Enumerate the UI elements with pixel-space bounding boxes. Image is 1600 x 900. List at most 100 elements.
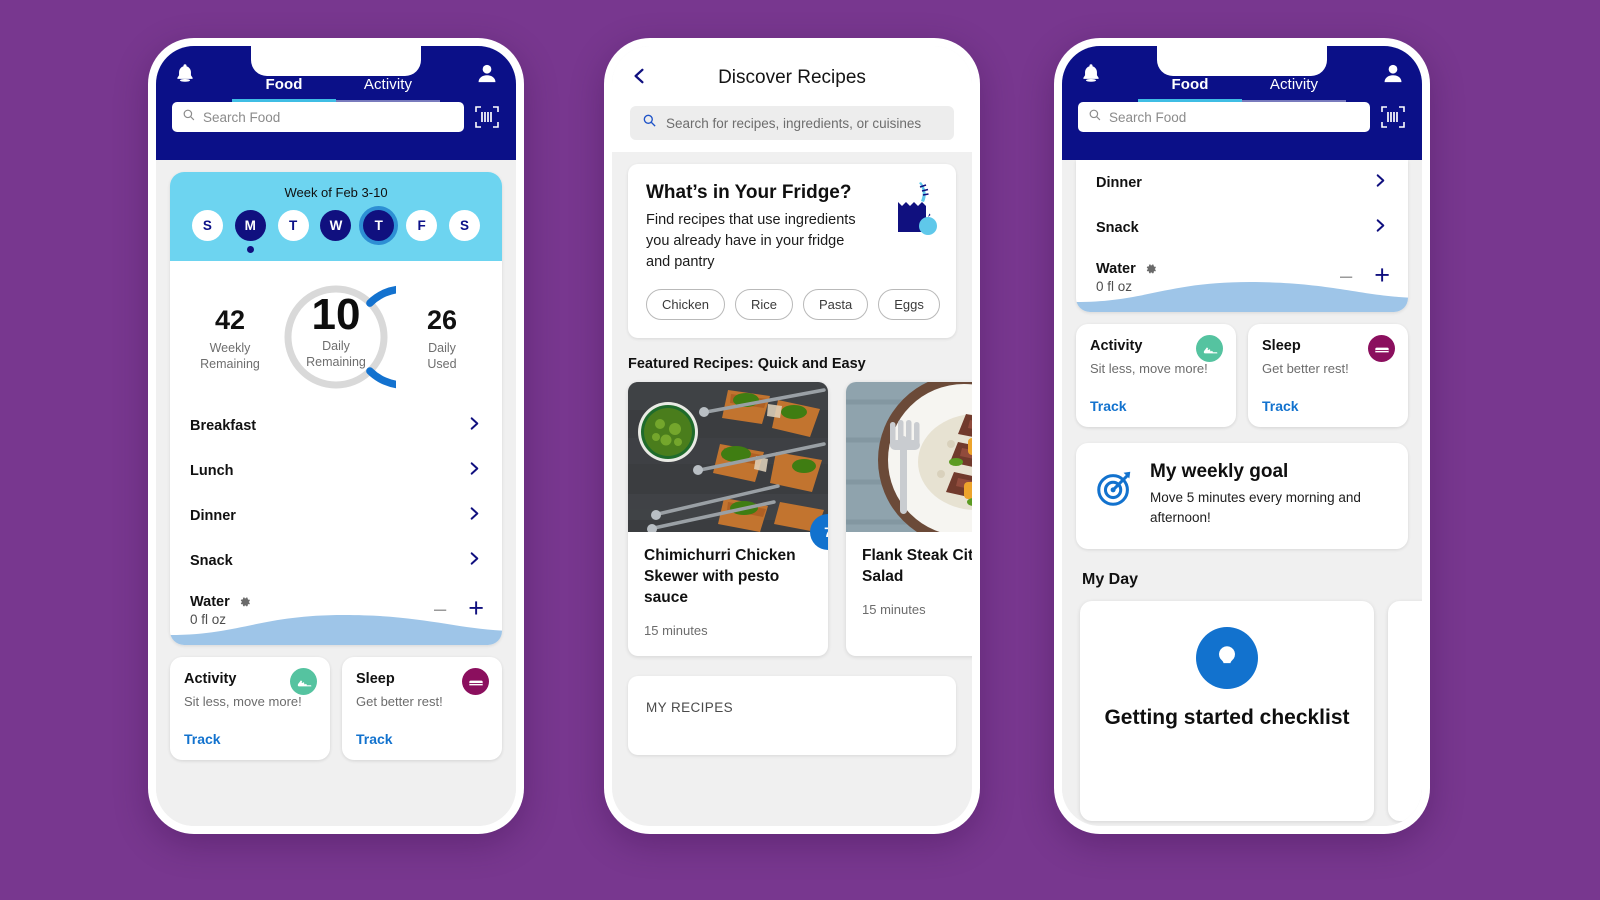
my-day-section-title: My Day xyxy=(1082,571,1139,589)
weekly-goal-card[interactable]: My weekly goal Move 5 minutes every morn… xyxy=(1076,443,1408,550)
phone3-header-row: Food Activity xyxy=(1062,46,1422,102)
lightbulb-icon xyxy=(1196,627,1258,690)
daily-remaining-label-line2: Remaining xyxy=(306,354,366,369)
tab-activity[interactable]: Activity xyxy=(1242,76,1346,102)
chevron-right-icon xyxy=(467,506,482,525)
phone3-content[interactable]: Dinner Snack Water 0 fl oz – + Activity … xyxy=(1062,160,1422,826)
day-friday[interactable]: F xyxy=(406,210,438,241)
search-input[interactable]: Search Food xyxy=(172,102,464,132)
chevron-right-icon xyxy=(467,461,482,480)
water-label: Water xyxy=(190,594,230,610)
meal-label: Dinner xyxy=(1096,174,1142,191)
bell-icon[interactable] xyxy=(172,61,198,87)
recipe-search-input[interactable]: Search for recipes, ingredients, or cuis… xyxy=(630,106,954,140)
activity-track-link[interactable]: Track xyxy=(1090,398,1222,414)
phone-mockup-food-scrolled: Food Activity Search Food Dinner Snack W… xyxy=(1054,38,1430,834)
meal-row-breakfast[interactable]: Breakfast xyxy=(170,403,502,448)
search-icon xyxy=(642,113,657,133)
water-stepper: – + xyxy=(1340,262,1390,289)
profile-icon[interactable] xyxy=(474,61,500,87)
my-recipes-card[interactable]: MY RECIPES xyxy=(628,675,956,755)
phone2-header: Discover Recipes Search for recipes, ing… xyxy=(612,46,972,152)
whats-in-your-fridge-card[interactable]: What’s in Your Fridge? Find recipes that… xyxy=(628,164,956,339)
gear-icon[interactable] xyxy=(1144,262,1158,276)
phone1-content[interactable]: Week of Feb 3-10 S M T W T F S 42 Weekly… xyxy=(156,160,516,826)
day-monday[interactable]: M xyxy=(234,210,266,241)
search-placeholder: Search Food xyxy=(203,109,281,125)
dot-slot xyxy=(363,246,394,249)
getting-started-checklist-card[interactable]: Getting started checklist xyxy=(1080,601,1374,822)
meal-row-lunch[interactable]: Lunch xyxy=(170,448,502,493)
week-day-indicators xyxy=(170,241,502,255)
recipe-card-chimichurri[interactable]: 7 Chimichurri Chicken Skewer with pesto … xyxy=(628,382,828,656)
sleep-track-link[interactable]: Track xyxy=(1262,398,1394,414)
activity-card[interactable]: Activity Sit less, move more! Track xyxy=(170,657,330,760)
dot-slot xyxy=(278,246,309,249)
chevron-right-icon xyxy=(467,416,482,435)
day-tuesday[interactable]: T xyxy=(277,210,309,241)
sleep-card[interactable]: Sleep Get better rest! Track xyxy=(342,657,502,760)
tab-activity[interactable]: Activity xyxy=(336,76,440,102)
search-icon xyxy=(182,108,196,127)
tab-food[interactable]: Food xyxy=(1138,76,1242,102)
meal-row-snack[interactable]: Snack xyxy=(1076,205,1408,250)
recipe-card-flank-steak[interactable]: Flank Steak Citrus Salad 15 minutes xyxy=(846,382,972,656)
daily-remaining-ring: 10 Daily Remaining xyxy=(276,277,396,397)
phone2-content[interactable]: What’s in Your Fridge? Find recipes that… xyxy=(612,152,972,755)
water-decrement-button[interactable]: – xyxy=(434,597,446,620)
chip-pasta[interactable]: Pasta xyxy=(802,289,869,321)
activity-card-subtitle: Sit less, move more! xyxy=(184,694,302,709)
phone1-app-header: Food Activity Search Food xyxy=(156,46,516,160)
meal-row-dinner[interactable]: Dinner xyxy=(170,493,502,538)
chip-chicken[interactable]: Chicken xyxy=(646,289,725,321)
phone1-tracker-cards: Activity Sit less, move more! Track Slee… xyxy=(170,657,502,760)
barcode-scan-icon[interactable] xyxy=(1380,105,1406,129)
day-thursday-selected[interactable]: T xyxy=(363,210,395,241)
bell-icon[interactable] xyxy=(1078,61,1104,87)
water-increment-button[interactable]: + xyxy=(1374,262,1390,289)
recipe-time: 15 minutes xyxy=(644,622,708,638)
daily-remaining-label: Daily Remaining xyxy=(276,339,396,370)
chip-eggs[interactable]: Eggs xyxy=(878,289,940,321)
sleep-card-subtitle: Get better rest! xyxy=(1262,361,1349,376)
weekly-remaining-stat: 42 Weekly Remaining xyxy=(192,277,268,372)
barcode-scan-icon[interactable] xyxy=(474,105,500,129)
gear-icon[interactable] xyxy=(238,595,252,609)
water-row[interactable]: Water 0 fl oz – + xyxy=(170,583,502,645)
bed-icon xyxy=(462,668,489,695)
weekly-remaining-value: 42 xyxy=(214,305,246,335)
fridge-card-description: Find recipes that use ingredients you al… xyxy=(646,212,856,271)
phone1-tabs: Food Activity xyxy=(198,46,474,102)
meal-row-snack[interactable]: Snack xyxy=(170,538,502,583)
sleep-track-link[interactable]: Track xyxy=(356,731,488,747)
day-saturday[interactable]: S xyxy=(448,210,480,241)
sleep-card[interactable]: Sleep Get better rest! Track xyxy=(1248,324,1408,427)
tab-food[interactable]: Food xyxy=(232,76,336,102)
water-row[interactable]: Water 0 fl oz – + xyxy=(1076,250,1408,312)
chip-rice[interactable]: Rice xyxy=(734,289,793,321)
daily-used-stat: 26 Daily Used xyxy=(404,277,480,372)
weekly-goal-title: My weekly goal xyxy=(1150,461,1289,482)
phone3-tabs: Food Activity xyxy=(1104,46,1380,102)
my-day-next-card[interactable] xyxy=(1388,601,1422,822)
day-wednesday[interactable]: W xyxy=(320,210,352,241)
chevron-right-icon xyxy=(467,551,482,570)
water-decrement-button[interactable]: – xyxy=(1340,264,1352,287)
search-input[interactable]: Search Food xyxy=(1078,102,1370,132)
recipe-search-placeholder: Search for recipes, ingredients, or cuis… xyxy=(666,115,922,131)
day-sunday[interactable]: S xyxy=(191,210,223,241)
sleep-card-subtitle: Get better rest! xyxy=(356,694,443,709)
week-label: Week of Feb 3-10 xyxy=(284,185,388,200)
activity-card[interactable]: Activity Sit less, move more! Track xyxy=(1076,324,1236,427)
activity-track-link[interactable]: Track xyxy=(184,731,316,747)
daily-used-label-line2: Used xyxy=(427,356,457,371)
featured-recipes-carousel[interactable]: 7 Chimichurri Chicken Skewer with pesto … xyxy=(628,382,972,656)
phone1-search-row: Search Food xyxy=(156,102,516,146)
profile-icon[interactable] xyxy=(1380,61,1406,87)
phone1-header-row: Food Activity xyxy=(156,46,516,102)
phone-mockup-discover-recipes: Discover Recipes Search for recipes, ing… xyxy=(604,38,980,834)
meal-row-dinner[interactable]: Dinner xyxy=(1076,160,1408,205)
weekly-remaining-label-line2: Remaining xyxy=(200,356,260,371)
water-increment-button[interactable]: + xyxy=(468,595,484,622)
my-day-carousel[interactable]: Getting started checklist xyxy=(1062,601,1422,822)
